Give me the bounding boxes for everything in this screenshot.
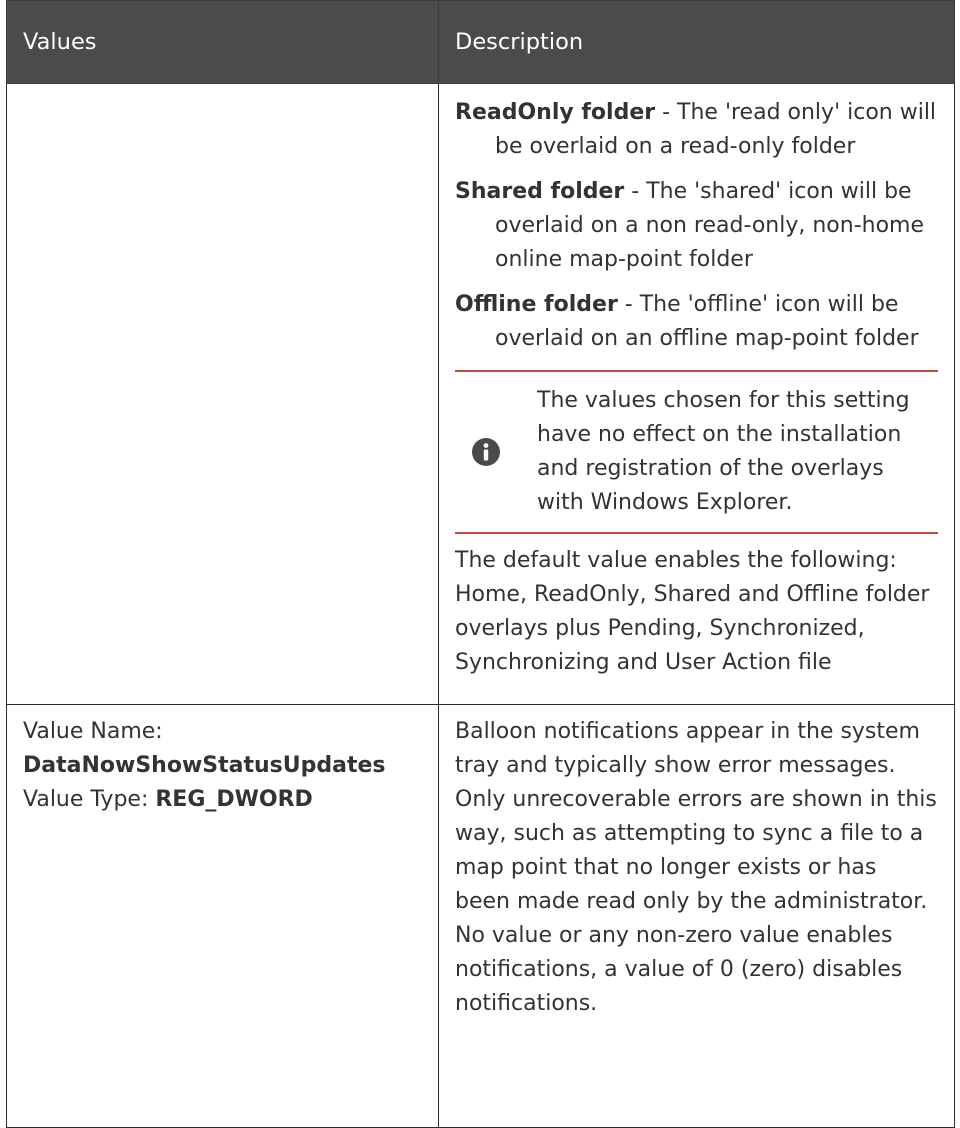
folder-item-shared: Shared folder - The 'shared' icon will b…	[455, 175, 938, 277]
folder-item-readonly: ReadOnly folder - The 'read only' icon w…	[455, 84, 938, 164]
values-column-header: Values	[6, 0, 439, 84]
info-note: The values chosen for this setting have …	[455, 370, 938, 534]
folder-item-offline: Offline folder - The 'offline' icon will…	[455, 288, 938, 356]
value-type-line: Value Type: REG_DWORD	[23, 783, 422, 817]
note-text: The values chosen for this setting have …	[537, 388, 910, 515]
info-icon	[455, 437, 517, 467]
values-cell: Value Name: DataNowShowStatusUpdates Val…	[6, 704, 439, 1128]
settings-table: Values Description ReadOnly folder - The…	[6, 0, 955, 1128]
status-updates-description: Balloon notifications appear in the syst…	[455, 719, 937, 1016]
value-name-label: Value Name:	[23, 719, 163, 744]
description-column-header: Description	[438, 0, 955, 84]
description-cell: Balloon notifications appear in the syst…	[438, 704, 955, 1128]
table-row: ReadOnly folder - The 'read only' icon w…	[6, 83, 955, 705]
value-name: DataNowShowStatusUpdates	[23, 753, 386, 778]
folder-term: ReadOnly folder	[455, 100, 656, 125]
value-type: REG_DWORD	[155, 787, 313, 812]
values-cell-empty	[6, 83, 439, 705]
description-cell: ReadOnly folder - The 'read only' icon w…	[438, 83, 955, 705]
folder-term: Shared folder	[455, 179, 625, 204]
default-value-text: The default value enables the following:…	[455, 548, 930, 675]
value-type-label: Value Type:	[23, 787, 156, 812]
table-row: Value Name: DataNowShowStatusUpdates Val…	[6, 704, 955, 1128]
table-header-row: Values Description	[6, 0, 955, 84]
folder-term: Offline folder	[455, 292, 618, 317]
